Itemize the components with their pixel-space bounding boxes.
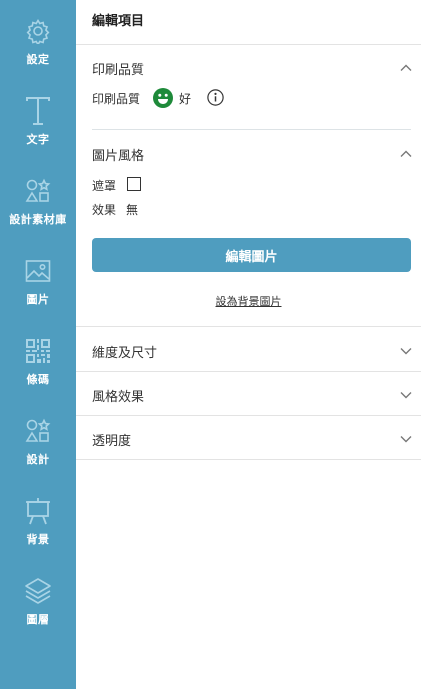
- sidebar-item-design[interactable]: 設計: [0, 416, 76, 486]
- app-window: 設定 文字 設計素材庫 圖片 條碼 設計 背景 圖層 編輯項目 印刷品質 印刷品…: [0, 0, 421, 689]
- info-icon[interactable]: [207, 89, 224, 106]
- sidebar-item-settings[interactable]: 設定: [0, 16, 76, 86]
- sidebar-item-design-library[interactable]: 設計素材庫: [0, 176, 76, 246]
- sidebar-item-label: 圖層: [26, 613, 50, 626]
- easel-icon: [23, 496, 53, 526]
- effect-value: 無: [126, 203, 139, 217]
- shapes-icon: [23, 176, 53, 206]
- divider: [92, 129, 411, 130]
- print-quality-label: 印刷品質: [92, 92, 141, 106]
- section-header-style-effects[interactable]: 風格效果: [92, 386, 144, 405]
- sidebar-item-layers[interactable]: 圖層: [0, 576, 76, 646]
- layers-icon: [23, 576, 53, 606]
- edit-image-button[interactable]: 編輯圖片: [92, 238, 411, 272]
- panel-title: 編輯項目: [92, 14, 145, 29]
- text-icon: [23, 96, 53, 126]
- edit-panel: 編輯項目 印刷品質 印刷品質 好 圖片風格 遮罩 效果 無 編輯圖片 設為背景圖…: [76, 0, 421, 689]
- sidebar-item-images[interactable]: 圖片: [0, 256, 76, 326]
- sidebar-item-barcode[interactable]: 條碼: [0, 336, 76, 406]
- sidebar-item-label: 圖片: [26, 293, 50, 306]
- sidebar-item-background[interactable]: 背景: [0, 496, 76, 566]
- chevron-down-icon[interactable]: [399, 388, 413, 402]
- sidebar-item-label: 設定: [26, 53, 50, 66]
- chevron-up-icon[interactable]: [399, 61, 413, 75]
- sidebar-item-label: 背景: [26, 533, 50, 546]
- section-header-image-style[interactable]: 圖片風格: [92, 145, 144, 164]
- shapes-icon: [23, 416, 53, 446]
- sidebar-item-text[interactable]: 文字: [0, 96, 76, 166]
- sidebar-item-label: 條碼: [26, 373, 50, 386]
- divider: [76, 371, 421, 372]
- sidebar: 設定 文字 設計素材庫 圖片 條碼 設計 背景 圖層: [0, 0, 76, 689]
- section-header-opacity[interactable]: 透明度: [92, 430, 131, 449]
- mask-checkbox[interactable]: [127, 177, 141, 191]
- qrcode-icon: [23, 336, 53, 366]
- chevron-down-icon[interactable]: [399, 344, 413, 358]
- section-header-print-quality[interactable]: 印刷品質: [92, 59, 144, 78]
- divider: [76, 44, 421, 45]
- gear-icon: [23, 16, 53, 46]
- chevron-up-icon[interactable]: [399, 147, 413, 161]
- image-icon: [23, 256, 53, 286]
- sidebar-item-label: 文字: [26, 133, 50, 146]
- sidebar-item-label: 設計: [26, 453, 50, 466]
- section-header-dimensions[interactable]: 維度及尺寸: [92, 342, 157, 361]
- smiley-icon: [153, 88, 173, 108]
- divider: [76, 415, 421, 416]
- set-background-link[interactable]: 設為背景圖片: [76, 293, 421, 309]
- divider: [76, 326, 421, 327]
- print-quality-value: 好: [179, 92, 192, 106]
- chevron-down-icon[interactable]: [399, 432, 413, 446]
- sidebar-item-label: 設計素材庫: [9, 213, 67, 226]
- mask-label: 遮罩: [92, 179, 117, 193]
- divider: [76, 459, 421, 460]
- effect-label: 效果: [92, 203, 117, 217]
